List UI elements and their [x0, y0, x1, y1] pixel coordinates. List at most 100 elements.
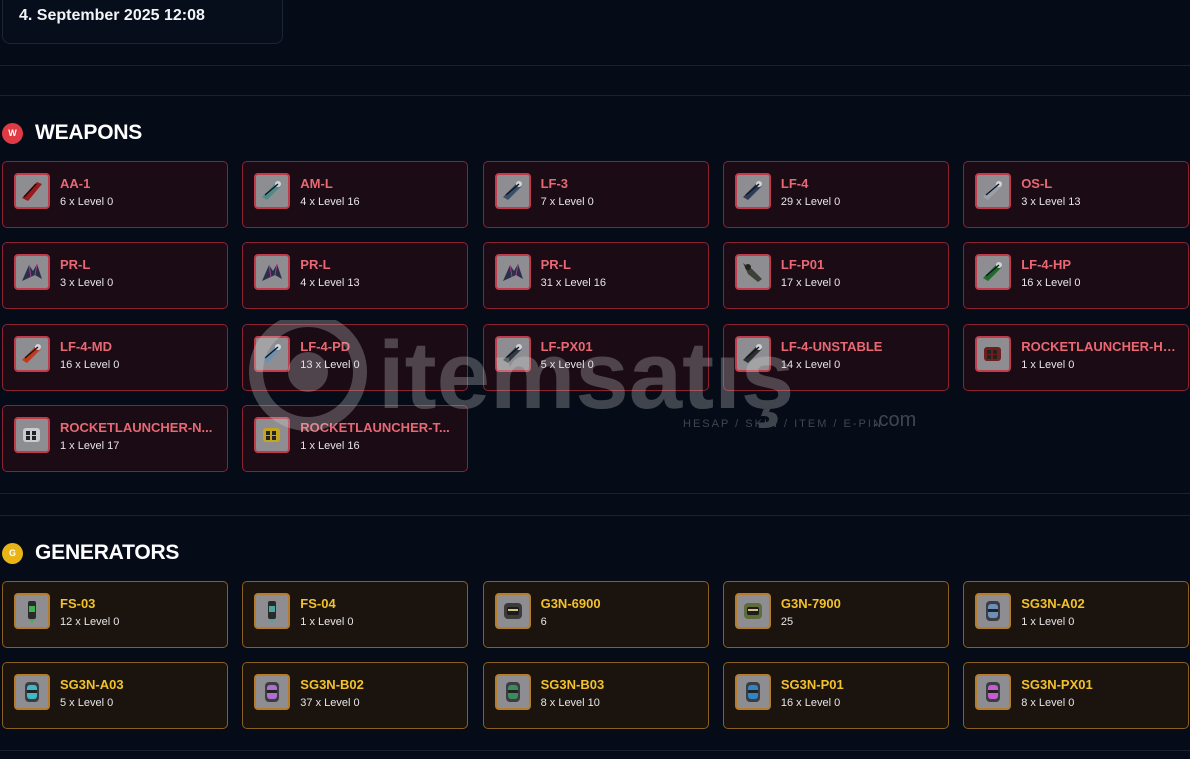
generator-item-card[interactable]: G3N-7900 25 — [722, 581, 949, 648]
beast-cannon-icon — [734, 254, 771, 291]
weapon-item-name: LF-3 — [540, 176, 569, 191]
shield-generator-icon — [254, 674, 291, 711]
engine-block-icon — [734, 593, 771, 629]
watermark-domain: .com — [873, 409, 916, 431]
generator-item-name: SG3N-P01 — [780, 677, 844, 693]
weapon-item-card[interactable]: PR-L 3 x Level 0 — [2, 242, 228, 310]
generators-section-title: GENERATORS — [35, 541, 180, 564]
generator-item-card[interactable]: SG3N-A02 1 x Level 0 — [963, 581, 1190, 648]
divider — [0, 95, 1190, 96]
weapon-item-name: OS-L — [1021, 176, 1053, 191]
weapon-item-card[interactable]: LF-4-MD 16 x Level 0 — [2, 323, 228, 391]
weapon-item-quantity: 5 x Level 0 — [540, 358, 594, 371]
timestamp-panel: 4. September 2025 12:08 — [2, 0, 283, 44]
generator-item-info: FS-04 1 x Level 0 — [300, 593, 467, 628]
generator-item-info: SG3N-P01 16 x Level 0 — [781, 674, 948, 709]
laser-cannon-icon — [254, 335, 291, 372]
generator-item-card[interactable]: SG3N-B03 8 x Level 10 — [482, 662, 709, 730]
weapons-section-header: W WEAPONS — [2, 121, 142, 145]
weapon-item-quantity: 4 x Level 16 — [300, 196, 360, 208]
weapon-item-info: PR-L 31 x Level 16 — [541, 254, 708, 289]
generator-item-card[interactable]: SG3N-P01 16 x Level 0 — [722, 662, 949, 730]
weapon-item-card[interactable]: AA-1 6 x Level 0 — [2, 161, 228, 228]
weapon-item-quantity: 1 x Level 0 — [1021, 358, 1075, 371]
weapon-item-name: LF-PX01 — [540, 338, 593, 354]
laser-cannon-icon — [494, 173, 531, 209]
weapon-item-card[interactable]: LF-3 7 x Level 0 — [482, 161, 709, 228]
generator-item-info: G3N-6900 6 — [541, 593, 708, 628]
weapon-item-name: LF-P01 — [780, 257, 825, 273]
laser-cannon-icon — [975, 254, 1012, 291]
generator-item-card[interactable]: SG3N-A03 5 x Level 0 — [2, 662, 228, 730]
engine-block-icon — [494, 593, 531, 629]
weapon-item-quantity: 13 x Level 0 — [300, 358, 360, 371]
weapon-item-info: PR-L 3 x Level 0 — [60, 254, 227, 289]
weapon-item-card[interactable]: ROCKETLAUNCHER-N... 1 x Level 17 — [2, 404, 228, 472]
laser-cannon-icon — [14, 335, 50, 372]
weapon-item-card[interactable]: ROCKETLAUNCHER-HONOR 1 x Level 0 — [963, 323, 1190, 391]
rocket-launcher-icon — [975, 335, 1012, 372]
generator-item-quantity: 5 x Level 0 — [60, 697, 114, 710]
weapons-section-title: WEAPONS — [35, 121, 143, 144]
rocket-launcher-icon — [14, 416, 50, 453]
weapon-item-card[interactable]: LF-4 29 x Level 0 — [722, 161, 949, 228]
weapon-item-card[interactable]: LF-4-PD 13 x Level 0 — [242, 323, 469, 391]
laser-cannon-icon — [254, 173, 291, 209]
generator-item-card[interactable]: SG3N-B02 37 x Level 0 — [242, 662, 469, 730]
weapon-item-quantity: 1 x Level 16 — [300, 439, 360, 452]
shield-generator-icon — [975, 593, 1012, 629]
laser-cannon-icon — [734, 173, 771, 209]
laser-cannon-icon — [975, 173, 1012, 209]
generator-item-card[interactable]: FS-04 1 x Level 0 — [242, 581, 469, 648]
weapon-item-name: PR-L — [60, 257, 91, 273]
weapon-item-info: LF-4 29 x Level 0 — [781, 173, 948, 208]
generator-item-quantity: 1 x Level 0 — [1021, 616, 1075, 628]
weapon-item-name: PR-L — [540, 257, 571, 273]
generator-item-name: SG3N-B03 — [540, 677, 605, 693]
generator-item-quantity: 8 x Level 0 — [1021, 697, 1075, 710]
generator-item-quantity: 12 x Level 0 — [60, 616, 120, 628]
divider — [0, 750, 1190, 751]
laser-cannon-icon — [734, 335, 771, 372]
weapon-item-info: LF-4-UNSTABLE 14 x Level 0 — [781, 336, 948, 371]
weapon-item-card[interactable]: LF-P01 17 x Level 0 — [722, 242, 949, 310]
weapon-item-card[interactable]: PR-L 31 x Level 16 — [482, 242, 709, 310]
weapon-item-info: PR-L 4 x Level 13 — [300, 254, 467, 289]
weapon-item-card[interactable]: LF-4-HP 16 x Level 0 — [963, 242, 1190, 310]
generator-item-quantity: 8 x Level 10 — [540, 697, 600, 710]
weapon-item-quantity: 29 x Level 0 — [780, 196, 841, 208]
divider — [0, 493, 1190, 494]
weapon-item-name: ROCKETLAUNCHER-N... — [60, 419, 213, 435]
thruster-icon — [14, 593, 50, 629]
weapon-item-card[interactable]: PR-L 4 x Level 13 — [242, 242, 469, 310]
weapon-item-card[interactable]: ROCKETLAUNCHER-T... 1 x Level 16 — [242, 404, 469, 472]
weapon-item-quantity: 6 x Level 0 — [60, 196, 114, 208]
shield-generator-icon — [14, 674, 50, 711]
weapon-item-card[interactable]: LF-PX01 5 x Level 0 — [482, 323, 709, 391]
weapon-item-card[interactable]: AM-L 4 x Level 16 — [242, 161, 469, 228]
weapon-item-quantity: 31 x Level 16 — [540, 277, 607, 290]
generator-item-name: SG3N-B02 — [300, 677, 364, 693]
weapon-item-info: LF-3 7 x Level 0 — [541, 173, 708, 208]
weapon-item-card[interactable]: OS-L 3 x Level 13 — [963, 161, 1190, 228]
weapon-item-card[interactable]: LF-4-UNSTABLE 14 x Level 0 — [722, 323, 949, 391]
weapon-item-name: AA-1 — [60, 176, 91, 191]
weapon-item-quantity: 7 x Level 0 — [540, 196, 594, 208]
generator-item-quantity: 6 — [540, 616, 547, 628]
weapon-item-quantity: 4 x Level 13 — [300, 277, 360, 290]
weapon-item-name: LF-4 — [780, 176, 809, 191]
generator-item-card[interactable]: FS-03 12 x Level 0 — [2, 581, 228, 648]
generator-item-name: SG3N-PX01 — [1021, 677, 1093, 693]
generator-item-card[interactable]: SG3N-PX01 8 x Level 0 — [963, 662, 1190, 730]
generator-item-name: SG3N-A03 — [60, 677, 124, 693]
shield-generator-icon — [975, 674, 1012, 711]
generator-item-card[interactable]: G3N-6900 6 — [482, 581, 709, 648]
weapon-item-quantity: 14 x Level 0 — [780, 358, 841, 371]
generator-item-name: FS-03 — [60, 596, 96, 611]
generator-item-info: SG3N-A03 5 x Level 0 — [60, 674, 227, 709]
weapon-item-name: ROCKETLAUNCHER-T... — [300, 419, 450, 435]
divider — [0, 515, 1190, 516]
weapon-item-info: LF-4-MD 16 x Level 0 — [60, 336, 227, 371]
generator-item-name: SG3N-A02 — [1021, 596, 1085, 611]
claw-cannon-icon — [14, 254, 50, 291]
